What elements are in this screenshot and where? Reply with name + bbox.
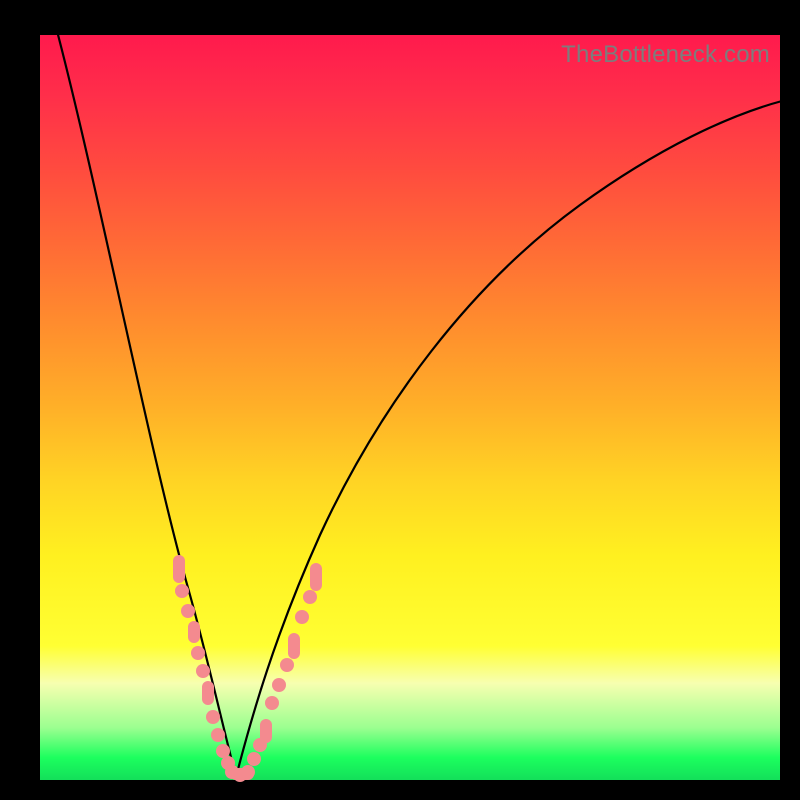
- plot-area: TheBottleneck.com: [40, 35, 780, 780]
- chart-frame: TheBottleneck.com: [0, 0, 800, 800]
- v-curve-right: [236, 101, 782, 777]
- marker-cluster-right: [247, 563, 322, 766]
- marker-cluster-bottom: [225, 765, 255, 782]
- curve-layer: [40, 35, 780, 780]
- v-curve-left: [56, 27, 236, 777]
